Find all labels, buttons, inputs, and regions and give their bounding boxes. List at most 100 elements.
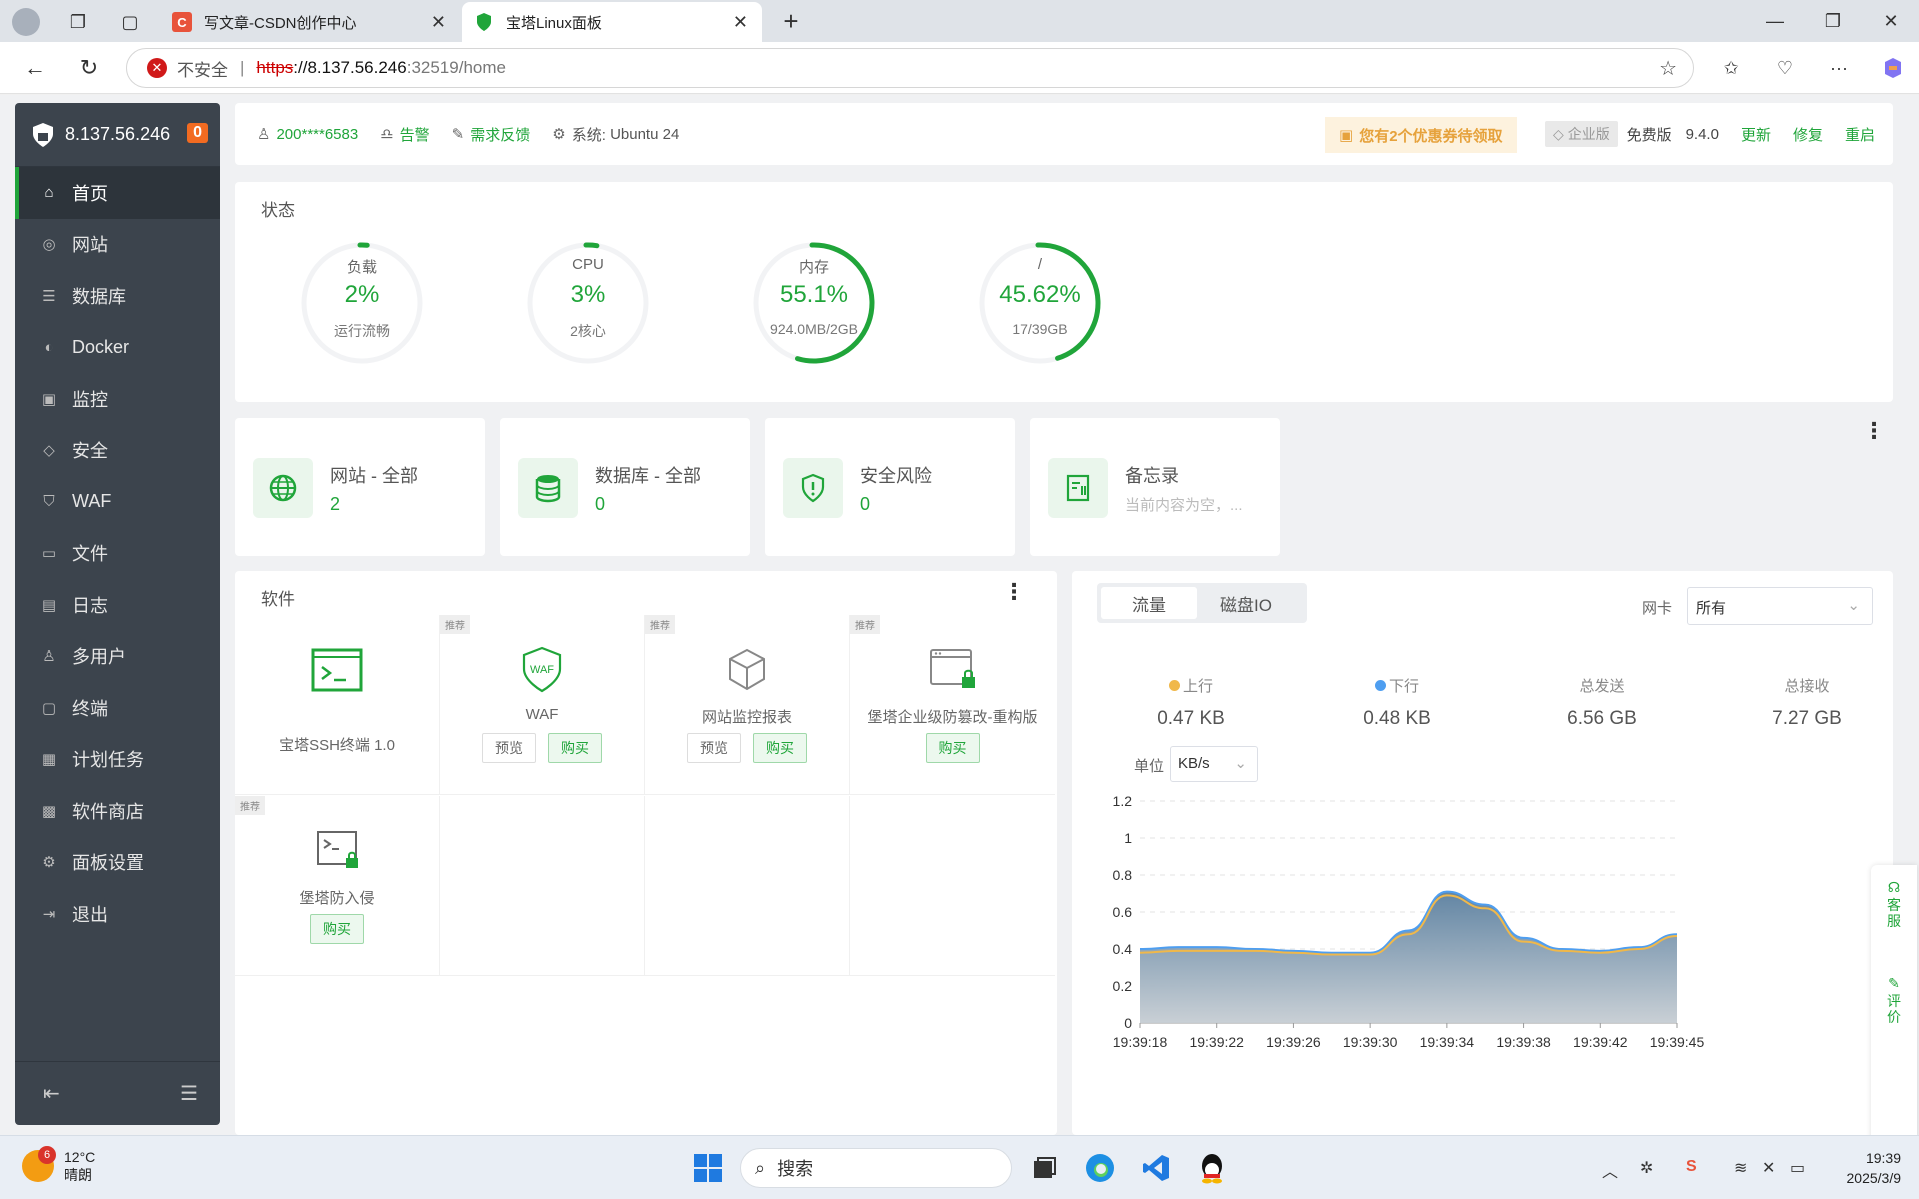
alarm-link[interactable]: ♎ 告警 bbox=[380, 124, 429, 145]
refresh-icon[interactable]: ↻ bbox=[74, 53, 104, 83]
battery-icon[interactable]: ▭ bbox=[1790, 1158, 1805, 1178]
sidebar-item[interactable]: ☰ 数据库 bbox=[15, 270, 220, 322]
sidebar-item[interactable]: ▤ 日志 bbox=[15, 579, 220, 631]
overview-value[interactable]: 0 bbox=[860, 494, 870, 515]
volume-muted-icon[interactable]: ✕ bbox=[1762, 1158, 1775, 1178]
minimize-icon[interactable]: — bbox=[1760, 6, 1790, 36]
tab-traffic[interactable]: 流量 bbox=[1101, 587, 1197, 619]
sidebar-item[interactable]: ◎ 网站 bbox=[15, 219, 220, 271]
version-number: 9.4.0 bbox=[1685, 125, 1719, 143]
buy-button[interactable]: 购买 bbox=[310, 914, 364, 944]
tab-actions-icon[interactable]: ▢ bbox=[116, 8, 144, 36]
status-gauge[interactable]: / 45.62% 17/39GB bbox=[965, 228, 1115, 378]
floating-tools: ☊ 客服 ✎ 评价 bbox=[1871, 865, 1917, 1145]
edge-browser-icon[interactable] bbox=[1082, 1150, 1118, 1186]
overview-value[interactable]: 当前内容为空，... bbox=[1125, 494, 1243, 515]
profile-icon[interactable] bbox=[12, 8, 40, 36]
buy-button[interactable]: 购买 bbox=[925, 733, 980, 763]
sidebar-item[interactable]: ⌂ 首页 bbox=[15, 167, 220, 219]
weather-widget[interactable]: 6 12°C 晴朗 bbox=[22, 1146, 95, 1184]
software-item[interactable]: 推荐 堡塔企业级防篡改-重构版 购买 bbox=[850, 615, 1055, 795]
status-gauge[interactable]: 内存 55.1% 924.0MB/2GB bbox=[739, 228, 889, 378]
sidebar-item[interactable]: ◇ 安全 bbox=[15, 425, 220, 477]
buy-button[interactable]: 购买 bbox=[548, 733, 602, 763]
list-icon[interactable]: ☰ bbox=[180, 1081, 198, 1106]
sidebar-item[interactable]: ♙ 多用户 bbox=[15, 631, 220, 683]
overview-card-memo[interactable]: 备忘录 当前内容为空，... bbox=[1030, 418, 1280, 556]
user-account[interactable]: ♙ 200****6583 bbox=[257, 125, 358, 144]
overview-card-sites[interactable]: 网站 - 全部 2 bbox=[235, 418, 485, 556]
overview-value[interactable]: 2 bbox=[330, 494, 340, 515]
software-item[interactable]: 推荐 网站监控报表 预览 购买 bbox=[645, 615, 850, 795]
stat-label: 下行 bbox=[1388, 678, 1419, 695]
url-input[interactable]: ✕ 不安全 | https://8.137.56.246:32519/home … bbox=[126, 48, 1694, 88]
taskbar-search[interactable]: ⌕ 搜索 bbox=[740, 1148, 1012, 1188]
settings-icon: ⚙ bbox=[42, 854, 56, 872]
software-more-icon[interactable]: ⋮ bbox=[1003, 581, 1025, 603]
vscode-icon[interactable] bbox=[1138, 1150, 1174, 1186]
restart-link[interactable]: 重启 bbox=[1845, 124, 1875, 145]
sidebar-item[interactable]: ▢ 终端 bbox=[15, 682, 220, 734]
software-item[interactable]: 推荐 堡塔防入侵 购买 bbox=[235, 796, 440, 976]
task-view-icon[interactable] bbox=[1026, 1150, 1062, 1186]
copilot-icon[interactable] bbox=[1878, 53, 1908, 83]
sidebar-item[interactable]: ⛉ WAF bbox=[15, 476, 220, 528]
update-link[interactable]: 更新 bbox=[1741, 124, 1771, 145]
window-close-icon[interactable]: ✕ bbox=[1876, 6, 1906, 36]
sidebar-item[interactable]: ▦ 计划任务 bbox=[15, 734, 220, 786]
restore-icon[interactable]: ❐ bbox=[1818, 6, 1848, 36]
feedback-link[interactable]: ✎ 需求反馈 bbox=[452, 124, 531, 145]
status-gauge[interactable]: CPU 3% 2核心 bbox=[513, 228, 663, 378]
review-button[interactable]: ✎ 评价 bbox=[1871, 975, 1917, 1025]
close-icon[interactable]: ✕ bbox=[733, 12, 748, 33]
taskbar: 6 12°C 晴朗 ⌕ 搜索 ︿ ✲ S ≋ ✕ ▭ 19:39 2025/3/9 bbox=[0, 1135, 1919, 1199]
tab-disk-io[interactable]: 磁盘IO bbox=[1197, 587, 1295, 619]
tray-expand-icon[interactable]: ︿ bbox=[1602, 1158, 1618, 1182]
windows-start-icon[interactable] bbox=[690, 1150, 726, 1186]
coupon-banner[interactable]: ▣ 您有2个优惠券待领取 bbox=[1325, 117, 1517, 153]
preview-button[interactable]: 预览 bbox=[687, 733, 741, 763]
sidebar-item[interactable]: ⇥ 退出 bbox=[15, 888, 220, 940]
favorites-icon[interactable]: ✩ bbox=[1716, 53, 1746, 83]
overview-card-security[interactable]: 安全风险 0 bbox=[765, 418, 1015, 556]
weather-desc: 晴朗 bbox=[64, 1167, 92, 1183]
new-tab-icon[interactable]: + bbox=[776, 6, 806, 36]
tab-csdn[interactable]: C 写文章-CSDN创作中心 ✕ bbox=[160, 2, 460, 42]
overview-card-databases[interactable]: 数据库 - 全部 0 bbox=[500, 418, 750, 556]
more-menu-icon[interactable]: ··· bbox=[1824, 53, 1854, 83]
nic-select[interactable]: 所有 ⌄ bbox=[1687, 587, 1873, 625]
stat-label: 上行 bbox=[1182, 678, 1213, 695]
collections-icon[interactable]: ❐ bbox=[64, 8, 92, 36]
qq-icon[interactable] bbox=[1194, 1150, 1230, 1186]
tab-baota[interactable]: 宝塔Linux面板 ✕ bbox=[462, 2, 762, 42]
status-gauge[interactable]: 负载 2% 运行流畅 bbox=[287, 228, 437, 378]
system-clock[interactable]: 19:39 2025/3/9 bbox=[1847, 1148, 1902, 1188]
wifi-icon[interactable]: ≋ bbox=[1734, 1158, 1747, 1178]
stat-total-received: 总接收 7.27 GB bbox=[1722, 675, 1892, 730]
sidebar-item[interactable]: ▭ 文件 bbox=[15, 528, 220, 580]
tray-app-icon[interactable]: ✲ bbox=[1640, 1158, 1653, 1178]
software-item[interactable]: 宝塔SSH终端 1.0 bbox=[235, 615, 440, 795]
sidebar-item[interactable]: ◐ Docker bbox=[15, 322, 220, 374]
software-item[interactable]: 推荐 WAF WAF 预览 购买 bbox=[440, 615, 645, 795]
sidebar-item[interactable]: ⚙ 面板设置 bbox=[15, 837, 220, 889]
close-icon[interactable]: ✕ bbox=[431, 12, 446, 33]
sidebar-item[interactable]: ▩ 软件商店 bbox=[15, 785, 220, 837]
browser-essentials-icon[interactable]: ♡ bbox=[1770, 53, 1800, 83]
back-icon[interactable]: ← bbox=[20, 53, 50, 83]
collapse-icon[interactable]: ⇤ bbox=[43, 1081, 60, 1106]
buy-button[interactable]: 购买 bbox=[753, 733, 807, 763]
preview-button[interactable]: 预览 bbox=[482, 733, 536, 763]
sidebar-item[interactable]: ▣ 监控 bbox=[15, 373, 220, 425]
shield-alert-icon bbox=[783, 458, 843, 518]
csdn-tray-icon[interactable]: S bbox=[1686, 1158, 1697, 1176]
favorite-star-icon[interactable]: ☆ bbox=[1659, 56, 1677, 81]
address-bar: ← ↻ ✕ 不安全 | https://8.137.56.246:32519/h… bbox=[0, 42, 1919, 94]
repair-link[interactable]: 修复 bbox=[1793, 124, 1823, 145]
customer-service-button[interactable]: ☊ 客服 bbox=[1871, 879, 1917, 929]
sidebar-item-label: 网站 bbox=[72, 235, 108, 256]
notification-badge[interactable]: 0 bbox=[187, 123, 208, 143]
overview-value[interactable]: 0 bbox=[595, 494, 605, 515]
unit-select[interactable]: KB/s ⌄ bbox=[1170, 746, 1258, 782]
overview-more-icon[interactable]: ⋮ bbox=[1863, 420, 1885, 442]
